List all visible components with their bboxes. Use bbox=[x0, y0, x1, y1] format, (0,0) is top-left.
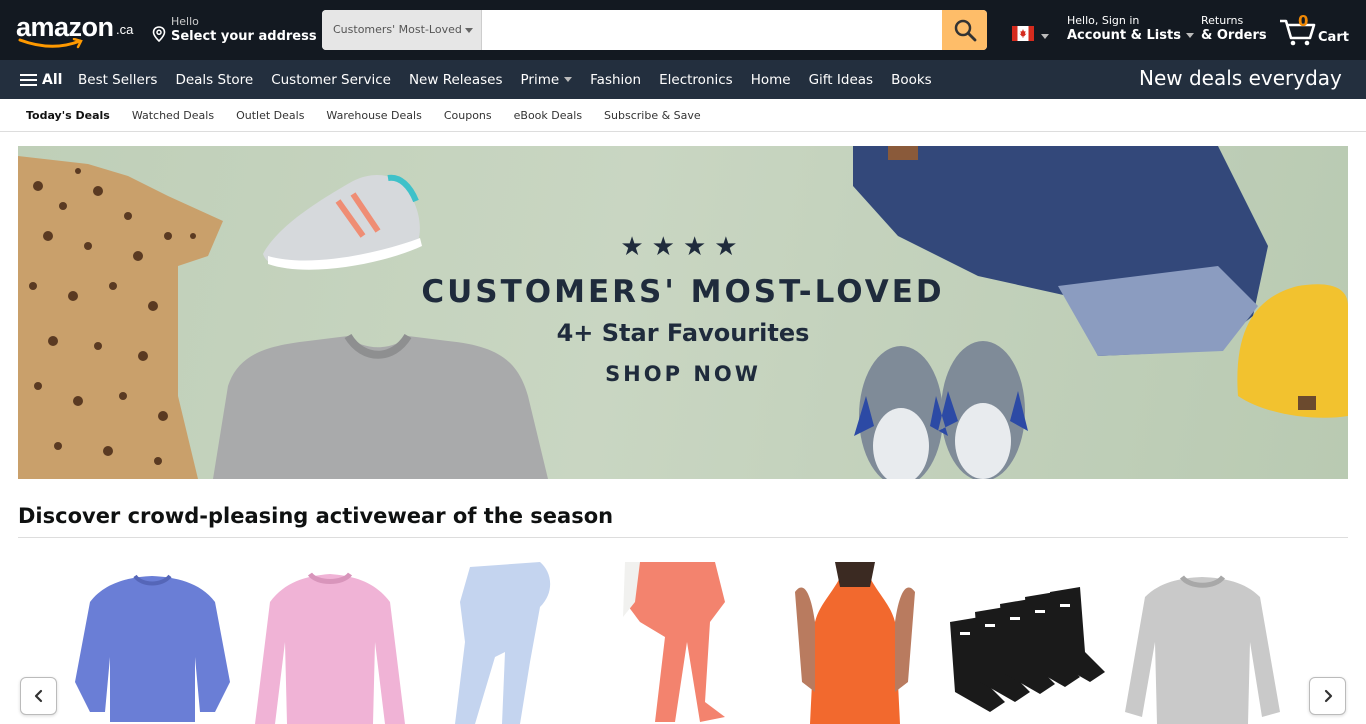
cart-button[interactable]: 0 Cart bbox=[1278, 10, 1354, 50]
subnav-subscribe-save[interactable]: Subscribe & Save bbox=[593, 109, 712, 122]
returns-label: Returns bbox=[1201, 14, 1244, 27]
product-image-coral-joggers[interactable] bbox=[615, 562, 740, 724]
nav-item-deals-store[interactable]: Deals Store bbox=[166, 72, 262, 88]
smile-arrow-icon bbox=[18, 38, 83, 49]
section-divider bbox=[18, 537, 1348, 538]
hero-subtitle: 4+ Star Favourites bbox=[556, 319, 810, 347]
amazon-logo[interactable]: amazon .ca bbox=[16, 12, 136, 50]
carousel-prev-button[interactable] bbox=[20, 677, 57, 715]
all-menu-button[interactable]: All bbox=[20, 71, 62, 89]
hero-product-collage bbox=[18, 146, 1348, 479]
product-image-grey-sweatshirt[interactable] bbox=[1120, 562, 1285, 724]
address-greeting: Hello bbox=[171, 15, 199, 28]
chevron-left-icon bbox=[34, 689, 42, 703]
nav-item-best-sellers[interactable]: Best Sellers bbox=[69, 72, 166, 88]
hero-banner[interactable]: ★★★★ CUSTOMERS' MOST-LOVED 4+ Star Favou… bbox=[18, 146, 1348, 479]
caret-down-icon bbox=[465, 28, 473, 33]
search-category-label: Customers' Most-Loved bbox=[333, 23, 462, 36]
nav-item-prime[interactable]: Prime bbox=[511, 72, 581, 88]
nav-promo-banner[interactable]: New deals everyday bbox=[1139, 66, 1342, 90]
cart-label: Cart bbox=[1318, 30, 1349, 45]
caret-down-icon bbox=[1185, 33, 1194, 38]
location-pin-icon bbox=[152, 26, 166, 42]
section-title: Discover crowd-pleasing activewear of th… bbox=[18, 504, 614, 528]
grey-sweatshirt-icon bbox=[213, 333, 548, 479]
cart-icon bbox=[1280, 19, 1316, 46]
subnav-ebook-deals[interactable]: eBook Deals bbox=[503, 109, 593, 122]
hero-shop-now[interactable]: SHOP NOW bbox=[18, 362, 1348, 386]
nav-links: Best Sellers Deals Store Customer Servic… bbox=[69, 60, 941, 99]
cart-count: 0 bbox=[1298, 12, 1309, 30]
nav-item-prime-label: Prime bbox=[520, 71, 560, 88]
nav-item-gift-ideas[interactable]: Gift Ideas bbox=[800, 72, 882, 88]
main-nav: All Best Sellers Deals Store Customer Se… bbox=[0, 60, 1366, 99]
orders-label: & Orders bbox=[1201, 28, 1267, 43]
all-menu-label: All bbox=[42, 72, 63, 88]
canada-flag-icon[interactable] bbox=[1012, 26, 1034, 41]
subnav-todays-deals[interactable]: Today's Deals bbox=[15, 109, 121, 122]
product-image-pink-sweatshirt[interactable] bbox=[245, 562, 415, 724]
language-caret-icon[interactable] bbox=[1041, 34, 1049, 39]
subnav-coupons[interactable]: Coupons bbox=[433, 109, 503, 122]
subnav-watched-deals[interactable]: Watched Deals bbox=[121, 109, 225, 122]
subnav-warehouse-deals[interactable]: Warehouse Deals bbox=[315, 109, 432, 122]
hero-stars: ★★★★ bbox=[620, 232, 746, 262]
hero-title: CUSTOMERS' MOST-LOVED bbox=[421, 274, 945, 310]
nav-item-fashion[interactable]: Fashion bbox=[581, 72, 650, 88]
subnav-outlet-deals[interactable]: Outlet Deals bbox=[225, 109, 315, 122]
logo-tld: .ca bbox=[116, 22, 134, 37]
search-category-select[interactable]: Customers' Most-Loved bbox=[322, 10, 482, 50]
nav-item-home[interactable]: Home bbox=[742, 72, 800, 88]
search-input[interactable] bbox=[482, 10, 942, 50]
product-image-black-socks[interactable] bbox=[945, 562, 1110, 724]
chevron-right-icon bbox=[1324, 689, 1332, 703]
nav-item-new-releases[interactable]: New Releases bbox=[400, 72, 512, 88]
account-lists[interactable]: Hello, Sign in Account & Lists bbox=[1067, 14, 1194, 43]
sign-in-greeting: Hello, Sign in bbox=[1067, 14, 1140, 27]
search-bar: Customers' Most-Loved bbox=[322, 10, 987, 50]
address-prompt: Select your address bbox=[171, 29, 317, 44]
caret-down-icon bbox=[564, 77, 573, 82]
hamburger-icon bbox=[20, 71, 37, 89]
product-image-orange-tank-top[interactable] bbox=[790, 562, 920, 724]
deals-subnav: Today's Deals Watched Deals Outlet Deals… bbox=[0, 99, 1366, 132]
account-lists-label: Account & Lists bbox=[1067, 28, 1181, 43]
product-image-purple-cropped-sweatshirt[interactable] bbox=[70, 562, 235, 724]
search-button[interactable] bbox=[942, 10, 987, 50]
product-image-light-blue-leggings[interactable] bbox=[440, 562, 560, 724]
nav-item-customer-service[interactable]: Customer Service bbox=[262, 72, 400, 88]
leopard-dress-icon bbox=[18, 156, 223, 479]
nav-item-electronics[interactable]: Electronics bbox=[650, 72, 742, 88]
search-icon bbox=[954, 19, 976, 42]
returns-orders[interactable]: Returns & Orders bbox=[1201, 14, 1267, 43]
nav-item-books[interactable]: Books bbox=[882, 72, 941, 88]
carousel-next-button[interactable] bbox=[1309, 677, 1346, 715]
top-header: amazon .ca Hello Select your address Cus… bbox=[0, 0, 1366, 60]
